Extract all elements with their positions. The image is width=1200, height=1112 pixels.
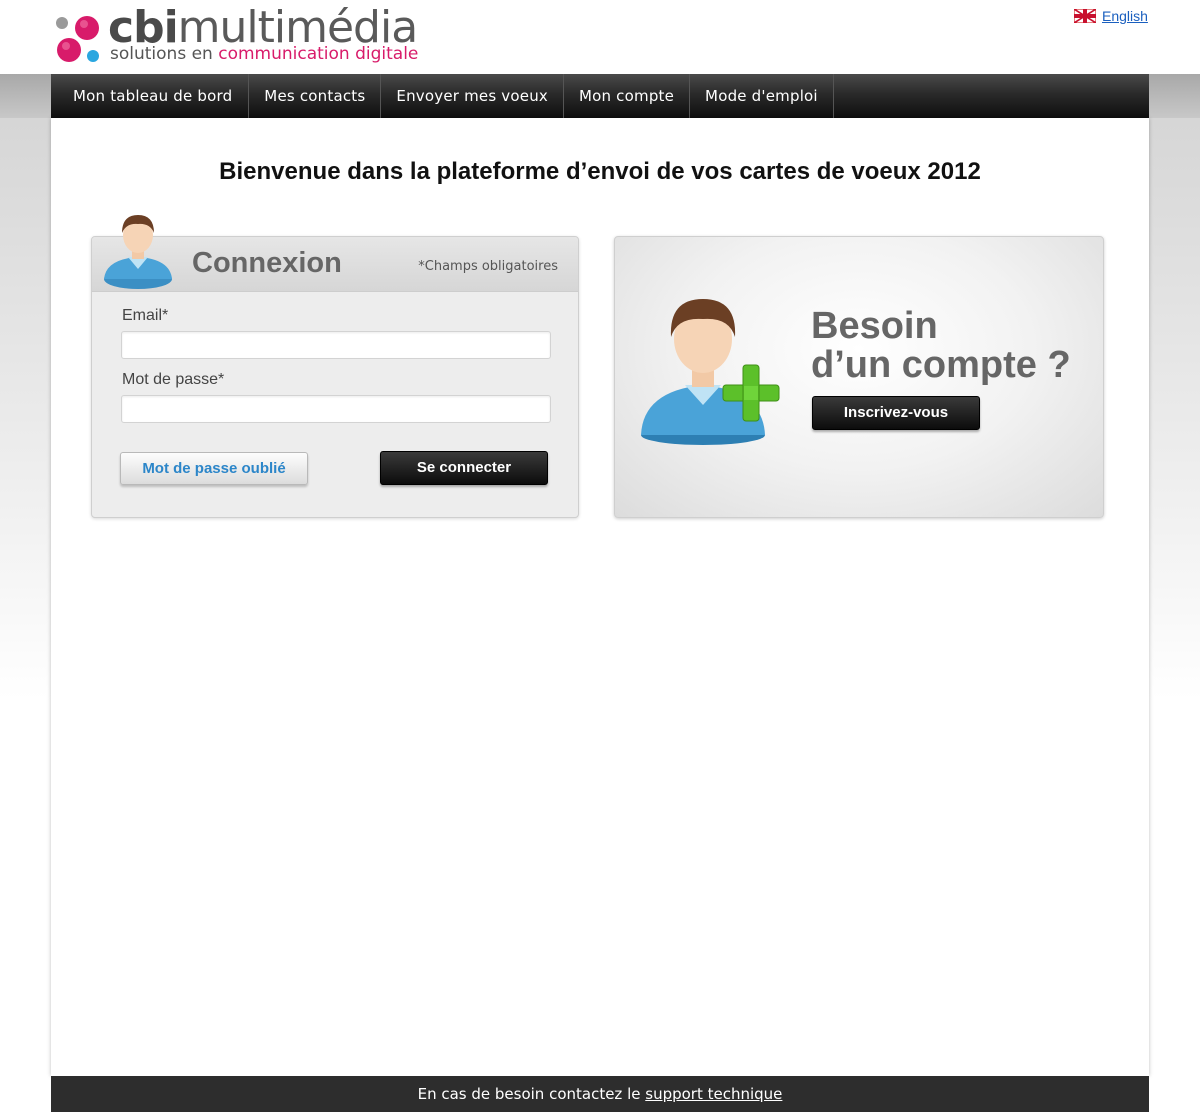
login-button[interactable]: Se connecter <box>380 451 548 485</box>
nav-item-contacts[interactable]: Mes contacts <box>249 74 382 118</box>
user-avatar-icon <box>104 215 172 289</box>
email-label: Email* <box>122 307 169 324</box>
brand-logo[interactable]: cbimultimédia solutions en communication… <box>52 2 432 70</box>
signup-button[interactable]: Inscrivez-vous <box>812 396 980 430</box>
nav-item-dashboard[interactable]: Mon tableau de bord <box>51 74 250 118</box>
user-add-icon <box>641 299 780 445</box>
nav-item-send-wishes[interactable]: Envoyer mes voeux <box>381 74 564 118</box>
login-panel: Connexion *Champs obligatoires Email* Mo… <box>91 215 579 518</box>
uk-flag-icon <box>1074 9 1096 23</box>
page-title: Bienvenue dans la plateforme d’envoi de … <box>219 158 981 185</box>
signup-title-line1: Besoin <box>811 305 938 347</box>
header: cbimultimédia solutions en communication… <box>0 0 1200 74</box>
footer: En cas de besoin contactez le support te… <box>51 1076 1149 1112</box>
login-title: Connexion <box>192 247 342 279</box>
brand-tagline: solutions en communication digitale <box>110 44 419 64</box>
language-switcher[interactable]: English <box>1074 8 1148 24</box>
password-label: Mot de passe* <box>122 371 225 388</box>
email-field[interactable] <box>121 331 551 359</box>
signup-title: Besoin d’un compte ? <box>811 307 1071 385</box>
forgot-password-button[interactable]: Mot de passe oublié <box>120 452 308 485</box>
nav-item-account[interactable]: Mon compte <box>564 74 691 118</box>
nav-item-user-guide[interactable]: Mode d'emploi <box>690 74 834 118</box>
logo-dots-icon <box>56 16 99 62</box>
main-content: Bienvenue dans la plateforme d’envoi de … <box>51 118 1149 1076</box>
login-header: Connexion *Champs obligatoires <box>92 215 578 292</box>
password-field[interactable] <box>121 395 551 423</box>
english-link[interactable]: English <box>1102 8 1148 24</box>
signup-panel: Besoin d’un compte ? Inscrivez-vous <box>614 236 1104 518</box>
nav-band: Mon tableau de bord Mes contacts Envoyer… <box>0 74 1200 118</box>
main-nav: Mon tableau de bord Mes contacts Envoyer… <box>51 74 1149 118</box>
support-link[interactable]: support technique <box>645 1085 782 1103</box>
signup-title-line2: d’un compte ? <box>811 344 1071 386</box>
required-note: *Champs obligatoires <box>418 259 558 274</box>
footer-text: En cas de besoin contactez le <box>417 1085 646 1103</box>
